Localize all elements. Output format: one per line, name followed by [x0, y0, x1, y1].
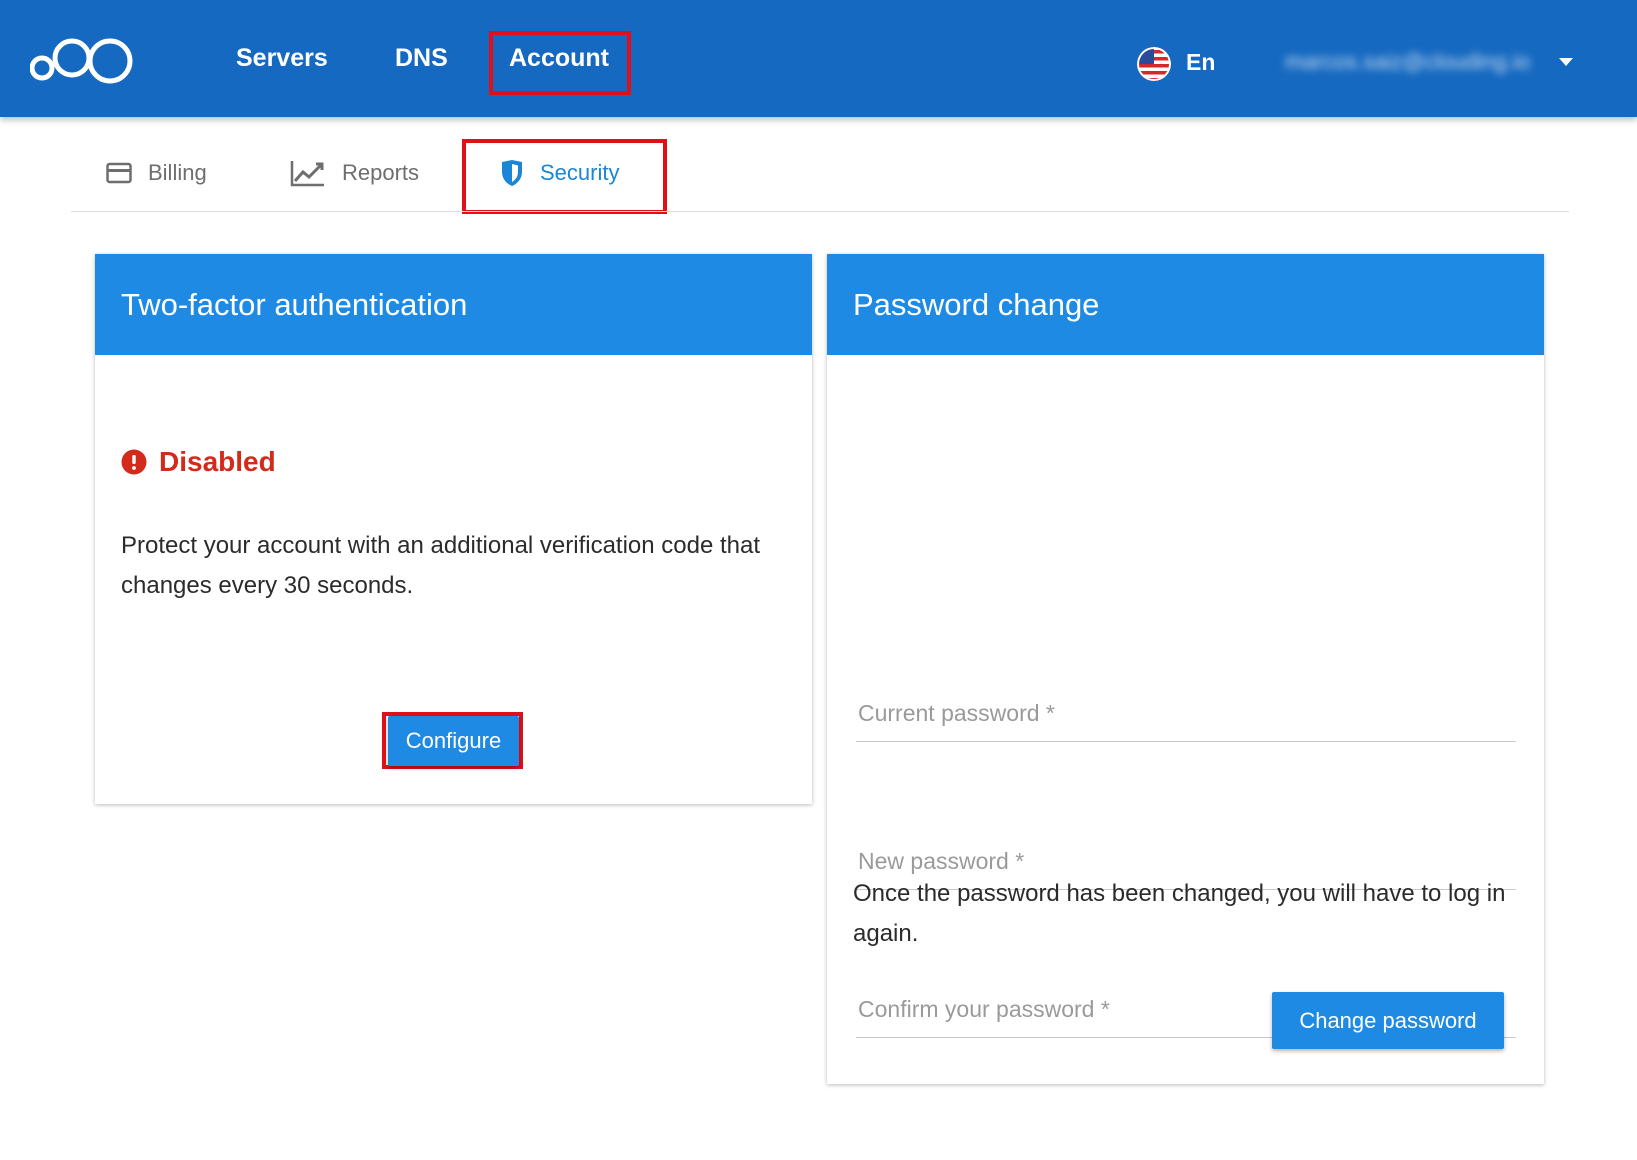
- nav-servers[interactable]: Servers: [236, 44, 328, 73]
- caret-down-icon[interactable]: [1557, 55, 1575, 69]
- tab-reports[interactable]: Reports: [290, 150, 419, 196]
- password-change-title: Password change: [827, 254, 1544, 355]
- tab-billing-label: Billing: [148, 160, 207, 185]
- top-navigation-bar: Servers DNS Account En marcos.saiz@cloud…: [0, 0, 1637, 117]
- two-factor-description: Protect your account with an additional …: [121, 532, 761, 599]
- password-change-card: Password change Once the password has be…: [827, 254, 1544, 1084]
- us-flag-icon[interactable]: [1137, 47, 1171, 81]
- security-highlight-box: [462, 139, 667, 214]
- language-selector[interactable]: En: [1186, 49, 1215, 76]
- two-factor-card: Two-factor authentication Disabled Prote…: [95, 254, 812, 804]
- password-change-note: Once the password has been changed, you …: [853, 880, 1506, 947]
- configure-button[interactable]: Configure: [388, 716, 519, 766]
- current-password-input[interactable]: [856, 686, 1516, 742]
- clouding-logo-icon[interactable]: [30, 32, 135, 84]
- tabs-divider: [71, 211, 1569, 212]
- tab-reports-label: Reports: [342, 160, 420, 185]
- two-factor-status-label: Disabled: [159, 446, 276, 477]
- nav-dns[interactable]: DNS: [395, 44, 448, 73]
- tab-billing[interactable]: Billing: [106, 150, 207, 196]
- trending-up-icon: [290, 161, 324, 187]
- alert-circle-icon: [121, 449, 147, 475]
- change-password-button[interactable]: Change password: [1272, 992, 1504, 1049]
- account-highlight-box: [489, 31, 631, 95]
- two-factor-title: Two-factor authentication: [95, 254, 812, 355]
- two-factor-status: Disabled: [121, 446, 276, 478]
- user-menu-email[interactable]: marcos.saiz@clouding.io: [1285, 49, 1530, 75]
- credit-card-icon: [106, 162, 132, 184]
